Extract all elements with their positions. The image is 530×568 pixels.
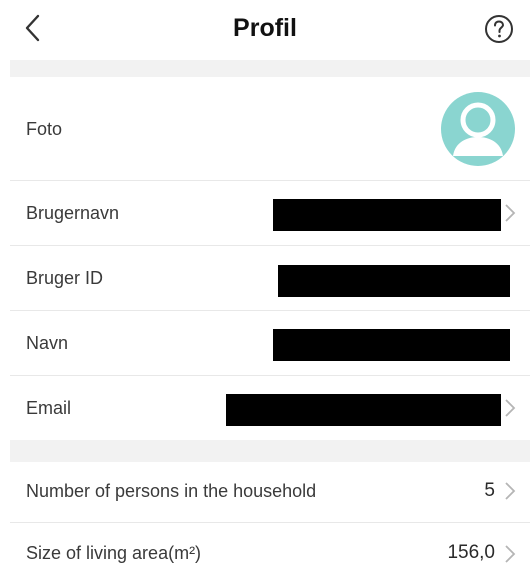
row-foto[interactable]: Foto — [10, 77, 530, 180]
row-label: Number of persons in the household — [26, 481, 317, 501]
row-living-area[interactable]: Size of living area(m²) 156,0 — [10, 523, 530, 568]
chevron-right-icon — [503, 480, 517, 502]
row-email[interactable]: Email — [10, 376, 530, 440]
redacted-value — [226, 394, 501, 426]
question-circle-icon — [485, 15, 513, 43]
row-household-persons[interactable]: Number of persons in the household 5 — [10, 462, 530, 522]
row-label: Navn — [26, 333, 69, 353]
household-persons-value: 5 — [484, 480, 495, 501]
row-label: Email — [26, 398, 72, 418]
avatar[interactable] — [441, 92, 515, 166]
row-label: Brugernavn — [26, 203, 120, 223]
row-label: Size of living area(m²) — [26, 543, 202, 563]
page-title: Profil — [233, 14, 297, 42]
row-brugernavn[interactable]: Brugernavn — [10, 181, 530, 245]
redacted-value — [273, 199, 501, 231]
chevron-right-icon — [503, 397, 517, 419]
row-label: Foto — [26, 119, 63, 139]
redacted-value — [278, 265, 510, 297]
chevron-right-icon — [503, 202, 517, 224]
row-label: Bruger ID — [26, 268, 104, 288]
top-bar: Profil — [0, 0, 530, 58]
living-area-value: 156,0 — [447, 542, 495, 563]
chevron-right-icon — [503, 543, 517, 565]
row-navn[interactable]: Navn — [10, 311, 530, 375]
redacted-value — [273, 329, 510, 361]
section-separator — [10, 440, 530, 462]
section-separator — [10, 60, 530, 77]
help-button[interactable] — [484, 14, 514, 44]
user-icon — [453, 102, 503, 156]
row-bruger-id[interactable]: Bruger ID — [10, 246, 530, 310]
